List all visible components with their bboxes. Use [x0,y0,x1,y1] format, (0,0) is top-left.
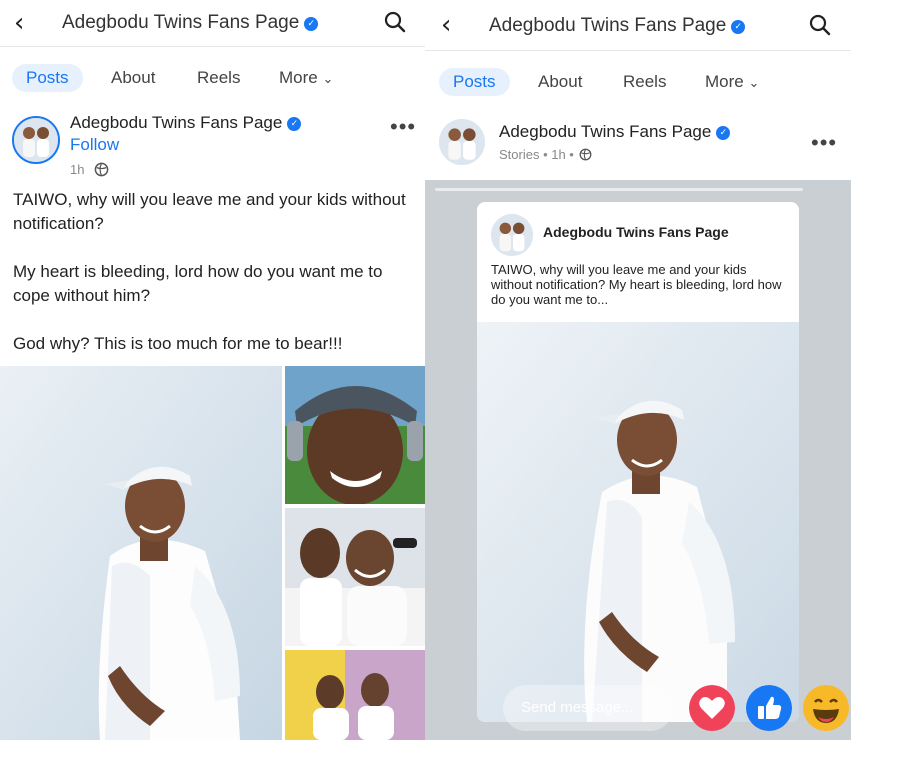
left-screenshot: ‹ Adegbodu Twins Fans Page ✓ Posts About … [0,0,425,740]
tab-more-label: More [705,72,744,91]
story-card-avatar [491,214,533,256]
globe-icon [580,148,592,161]
caption-line: My heart is bleeding, lord how do you wa… [13,262,383,305]
post-caption: TAIWO, why will you leave me and your ki… [13,188,418,356]
tab-posts[interactable]: Posts [12,64,83,92]
tab-reels[interactable]: Reels [197,64,240,92]
chevron-down-icon: ⌄ [748,75,760,90]
story-card-photo [477,322,799,722]
tab-about[interactable]: About [111,64,155,92]
search-icon[interactable] [383,10,407,34]
page-avatar[interactable] [12,116,60,164]
heart-reaction-icon[interactable] [689,685,735,731]
post-photo-thumb-3[interactable] [285,650,425,740]
search-icon[interactable] [808,13,832,37]
follow-button[interactable]: Follow [70,135,119,155]
top-bar: ‹ Adegbodu Twins Fans Page ✓ [0,0,425,47]
story-progress-bar [435,188,803,191]
page-title: Adegbodu Twins Fans Page [62,12,300,33]
verified-badge-icon: ✓ [287,117,302,131]
post-time: 1h [70,162,85,177]
tab-more-label: More [279,68,318,87]
story-card-author: Adegbodu Twins Fans Page [543,224,729,240]
globe-icon [94,162,109,177]
verified-badge-icon: ✓ [304,17,319,31]
verified-badge-icon: ✓ [716,126,731,140]
top-bar: ‹ Adegbodu Twins Fans Page ✓ [425,0,851,51]
story-card-text: TAIWO, why will you leave me and your ki… [491,262,782,307]
laughing-face-reaction-icon[interactable] [803,685,849,731]
post-meta: Stories • 1h • [499,147,574,162]
caption-line: God why? This is too much for me to bear… [13,334,343,353]
verified-badge-icon: ✓ [731,20,746,34]
post-photo-thumb-2[interactable] [285,508,425,646]
thumbs-up-reaction-icon[interactable] [746,685,792,731]
post-photo-thumb-1[interactable] [285,366,425,504]
chevron-down-icon: ⌄ [322,71,334,86]
right-screenshot: ‹ Adegbodu Twins Fans Page ✓ Posts About … [425,0,851,740]
send-message-input[interactable]: Send message... [503,685,673,731]
caption-line: TAIWO, why will you leave me and your ki… [13,190,406,233]
tab-bar: Posts About Reels More ⌄ [425,60,851,104]
tab-reels[interactable]: Reels [623,68,666,96]
story-viewer[interactable]: Adegbodu Twins Fans Page TAIWO, why will… [425,180,851,740]
tab-about[interactable]: About [538,68,582,96]
tab-bar: Posts About Reels More ⌄ [0,56,425,100]
post-author[interactable]: Adegbodu Twins Fans Page [499,122,711,141]
chevron-left-icon[interactable]: ‹ [14,8,24,38]
tab-more[interactable]: More ⌄ [279,64,333,92]
tab-more[interactable]: More ⌄ [705,68,759,96]
tab-posts[interactable]: Posts [439,68,510,96]
page-title: Adegbodu Twins Fans Page [489,15,727,36]
chevron-left-icon[interactable]: ‹ [441,10,451,40]
story-card[interactable]: Adegbodu Twins Fans Page TAIWO, why will… [477,202,799,722]
post-photo-main[interactable] [0,366,282,740]
more-horizontal-icon[interactable]: ••• [390,114,416,140]
post-author[interactable]: Adegbodu Twins Fans Page [70,113,282,132]
more-horizontal-icon[interactable]: ••• [811,130,837,156]
page-avatar[interactable] [439,119,485,165]
